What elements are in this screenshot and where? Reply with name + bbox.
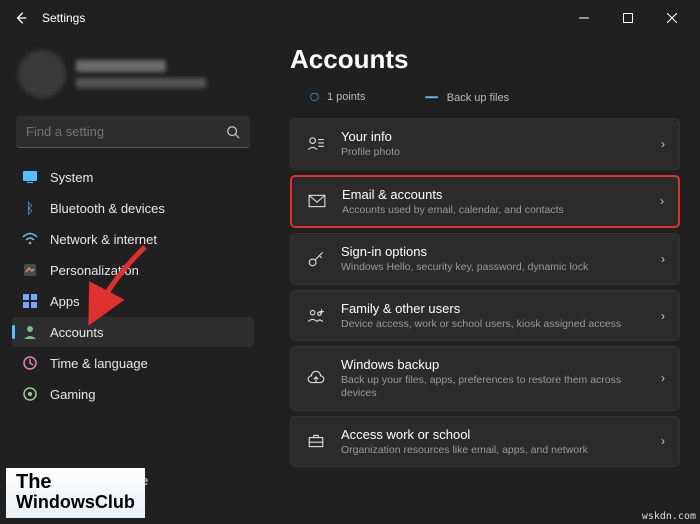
chevron-right-icon: › bbox=[661, 252, 665, 266]
back-button[interactable] bbox=[6, 3, 36, 33]
apps-icon bbox=[22, 293, 38, 309]
card-title: Your info bbox=[341, 129, 647, 144]
backup-item[interactable]: ━━Back up files bbox=[425, 91, 509, 104]
sidebar-item-network[interactable]: Network & internet bbox=[12, 224, 254, 254]
close-button[interactable] bbox=[650, 0, 694, 36]
profile-block[interactable] bbox=[10, 44, 256, 112]
card-sub: Accounts used by email, calendar, and co… bbox=[342, 204, 646, 217]
card-title: Windows backup bbox=[341, 357, 647, 372]
card-sub: Device access, work or school users, kio… bbox=[341, 318, 647, 331]
sidebar-item-gaming[interactable]: Gaming bbox=[12, 379, 254, 409]
sidebar-item-accounts[interactable]: Accounts bbox=[12, 317, 254, 347]
close-icon bbox=[667, 13, 677, 23]
card-sub: Profile photo bbox=[341, 146, 647, 159]
minimize-icon bbox=[579, 13, 589, 23]
sidebar-item-time[interactable]: Time & language bbox=[12, 348, 254, 378]
card-sub: Windows Hello, security key, password, d… bbox=[341, 261, 647, 274]
sidebar: System ᛒ Bluetooth & devices Network & i… bbox=[0, 36, 262, 524]
sidebar-item-personalization[interactable]: Personalization bbox=[12, 255, 254, 285]
card-family-users[interactable]: Family & other users Device access, work … bbox=[290, 290, 680, 342]
profile-text bbox=[76, 60, 206, 88]
sidebar-item-bluetooth[interactable]: ᛒ Bluetooth & devices bbox=[12, 193, 254, 223]
paint-icon bbox=[22, 262, 38, 278]
ring-icon: ◯ bbox=[310, 92, 319, 101]
sidebar-item-label: System bbox=[50, 170, 93, 185]
sidebar-item-label: Network & internet bbox=[50, 232, 157, 247]
watermark-text: wskdn.com bbox=[642, 511, 696, 522]
clock-icon bbox=[22, 355, 38, 371]
person-icon bbox=[22, 324, 38, 340]
card-sub: Back up your files, apps, preferences to… bbox=[341, 374, 647, 399]
person-card-icon bbox=[305, 135, 327, 153]
arrow-left-icon bbox=[14, 11, 28, 25]
avatar bbox=[18, 50, 66, 98]
minimize-button[interactable] bbox=[562, 0, 606, 36]
sidebar-item-apps[interactable]: Apps bbox=[12, 286, 254, 316]
display-icon bbox=[22, 169, 38, 185]
key-icon bbox=[305, 250, 327, 268]
sidebar-item-label: Bluetooth & devices bbox=[50, 201, 165, 216]
chevron-right-icon: › bbox=[661, 137, 665, 151]
titlebar: Settings bbox=[0, 0, 700, 36]
card-title: Email & accounts bbox=[342, 187, 646, 202]
cloud-icon bbox=[305, 369, 327, 387]
rewards-strip: ◯1 points ━━Back up files bbox=[290, 89, 680, 118]
mail-icon bbox=[306, 192, 328, 210]
wifi-icon bbox=[22, 231, 38, 247]
sidebar-item-label: Time & language bbox=[50, 356, 148, 371]
search-box[interactable] bbox=[16, 116, 250, 148]
card-windows-backup[interactable]: Windows backup Back up your files, apps, … bbox=[290, 346, 680, 410]
chevron-right-icon: › bbox=[661, 371, 665, 385]
progress-icon: ━━ bbox=[425, 92, 436, 104]
chevron-right-icon: › bbox=[661, 309, 665, 323]
points-item[interactable]: ◯1 points bbox=[310, 91, 365, 104]
sidebar-item-system[interactable]: System bbox=[12, 162, 254, 192]
sidebar-item-label: Personalization bbox=[50, 263, 139, 278]
gaming-icon bbox=[22, 386, 38, 402]
briefcase-icon bbox=[305, 432, 327, 450]
maximize-button[interactable] bbox=[606, 0, 650, 36]
people-icon bbox=[305, 307, 327, 325]
window-title: Settings bbox=[42, 11, 85, 25]
card-title: Family & other users bbox=[341, 301, 647, 316]
card-work-school[interactable]: Access work or school Organization resour… bbox=[290, 416, 680, 468]
card-signin-options[interactable]: Sign-in options Windows Hello, security k… bbox=[290, 233, 680, 285]
main-panel: Accounts ◯1 points ━━Back up files Your … bbox=[262, 36, 700, 524]
card-title: Access work or school bbox=[341, 427, 647, 442]
card-title: Sign-in options bbox=[341, 244, 647, 259]
bluetooth-icon: ᛒ bbox=[22, 200, 38, 216]
sidebar-item-label: Gaming bbox=[50, 387, 96, 402]
sidebar-item-label: Accounts bbox=[50, 325, 103, 340]
card-your-info[interactable]: Your info Profile photo › bbox=[290, 118, 680, 170]
chevron-right-icon: › bbox=[660, 194, 664, 208]
search-icon bbox=[226, 125, 240, 139]
card-sub: Organization resources like email, apps,… bbox=[341, 444, 647, 457]
card-email-accounts[interactable]: Email & accounts Accounts used by email, … bbox=[290, 175, 680, 229]
maximize-icon bbox=[623, 13, 633, 23]
page-title: Accounts bbox=[290, 44, 680, 75]
chevron-right-icon: › bbox=[661, 434, 665, 448]
search-input[interactable] bbox=[26, 124, 226, 139]
sidebar-item-label: Apps bbox=[50, 294, 80, 309]
watermark-logo: The WindowsClub bbox=[6, 468, 145, 518]
